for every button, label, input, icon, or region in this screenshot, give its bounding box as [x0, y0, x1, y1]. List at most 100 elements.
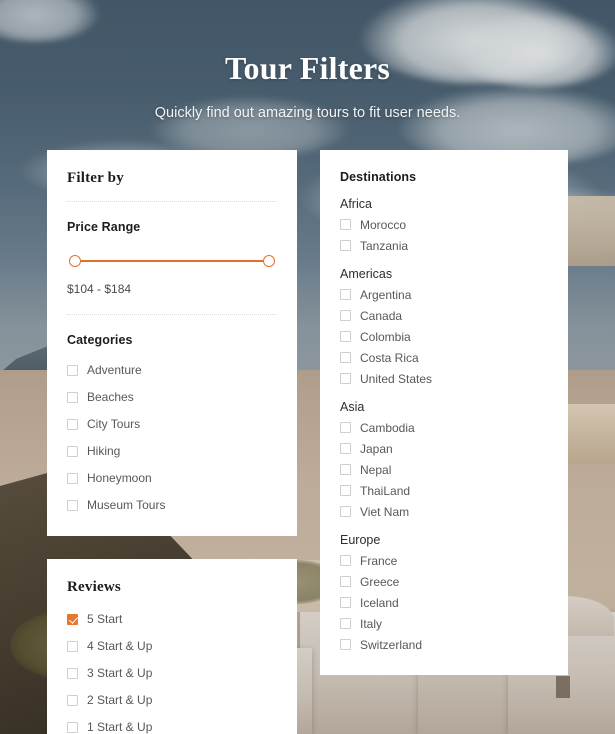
checkbox-row[interactable]: ThaiLand [340, 481, 548, 501]
checkbox-icon[interactable] [340, 352, 351, 364]
checkbox-row[interactable]: 3 Start & Up [67, 663, 277, 684]
checkbox-row[interactable]: France [340, 551, 548, 571]
checkbox-row[interactable]: Cambodia [340, 418, 548, 438]
checkbox-icon[interactable] [340, 443, 351, 455]
checkbox-row[interactable]: Canada [340, 306, 548, 326]
page-title: Tour Filters [224, 50, 391, 86]
checkbox-label: Argentina [360, 287, 412, 302]
checkbox-label: Museum Tours [87, 498, 166, 513]
checkbox-row[interactable]: 2 Start & Up [67, 690, 277, 711]
destination-group: Africa Morocco Tanzania [340, 197, 548, 256]
price-range-slider[interactable] [69, 252, 275, 270]
categories-list: Adventure Beaches City Tours Hiking Honeymoo… [67, 360, 277, 516]
destination-group-label: Asia [340, 399, 365, 414]
checkbox-icon[interactable] [340, 464, 351, 476]
checkbox-row[interactable]: Iceland [340, 593, 548, 613]
checkbox-row[interactable]: Tanzania [340, 236, 548, 256]
checkbox-icon[interactable] [67, 721, 78, 733]
checkbox-icon[interactable] [340, 240, 351, 252]
checkbox-row[interactable]: Viet Nam [340, 502, 548, 522]
checkbox-row[interactable]: Morocco [340, 215, 548, 235]
checkbox-icon[interactable] [340, 576, 351, 588]
checkbox-label: 4 Start & Up [87, 639, 153, 654]
checkbox-row[interactable]: United States [340, 369, 548, 389]
checkbox-icon[interactable] [340, 310, 351, 322]
checkbox-icon[interactable] [340, 485, 351, 497]
checkbox-row[interactable]: Museum Tours [67, 495, 277, 516]
filter-by-panel: Filter by Price Range $104 - $184 Catego… [47, 149, 297, 536]
checkbox-row[interactable]: Italy [340, 614, 548, 634]
checkbox-row[interactable]: City Tours [67, 414, 277, 435]
checkbox-row[interactable]: Greece [340, 572, 548, 592]
slider-track[interactable] [74, 259, 270, 262]
checkbox-row[interactable]: Japan [340, 439, 548, 459]
checkbox-label: Morocco [360, 217, 407, 232]
destination-group: Americas Argentina Canada Colombia Costa Ric… [340, 267, 548, 389]
destinations-panel: Destinations Africa Morocco Tanzania Americ… [320, 149, 568, 675]
checkbox-icon[interactable] [340, 219, 351, 231]
right-column: Destinations Africa Morocco Tanzania Americ… [320, 149, 568, 675]
checkbox-icon[interactable] [67, 418, 78, 430]
checkbox-icon[interactable] [67, 364, 78, 376]
checkbox-row[interactable]: 4 Start & Up [67, 636, 277, 657]
checkbox-label: 2 Start & Up [87, 693, 153, 708]
checkbox-label: 1 Start & Up [87, 720, 153, 734]
checkbox-row[interactable]: Colombia [340, 327, 548, 347]
slider-handle-min[interactable] [69, 254, 81, 267]
checkbox-icon[interactable] [340, 618, 351, 630]
checkbox-label: Switzerland [360, 637, 423, 652]
categories-label: Categories [67, 332, 133, 347]
checkbox-label: Colombia [360, 329, 411, 344]
reviews-title: Reviews [67, 578, 121, 595]
checkbox-icon[interactable] [340, 373, 351, 385]
destination-group-label: Europe [340, 532, 381, 547]
checkbox-label: Adventure [87, 363, 142, 378]
destinations-list: Africa Morocco Tanzania Americas Argentina Ca… [340, 197, 548, 655]
checkbox-label: Canada [360, 308, 403, 323]
checkbox-row[interactable]: Costa Rica [340, 348, 548, 368]
divider [67, 313, 277, 315]
checkbox-checked-icon[interactable] [67, 613, 78, 625]
checkbox-row[interactable]: Switzerland [340, 635, 548, 655]
checkbox-icon[interactable] [340, 422, 351, 434]
checkbox-row[interactable]: 5 Start [67, 609, 277, 630]
checkbox-icon[interactable] [67, 445, 78, 457]
checkbox-row[interactable]: Beaches [67, 387, 277, 408]
destination-group: Asia Cambodia Japan Nepal ThaiLand Viet Nam [340, 400, 548, 522]
checkbox-icon[interactable] [340, 289, 351, 301]
checkbox-icon[interactable] [340, 597, 351, 609]
checkbox-label: Iceland [360, 595, 399, 610]
checkbox-icon[interactable] [340, 506, 351, 518]
filters-layout: Filter by Price Range $104 - $184 Catego… [0, 149, 615, 734]
checkbox-icon[interactable] [67, 391, 78, 403]
checkbox-icon[interactable] [67, 667, 78, 679]
checkbox-label: Japan [360, 441, 393, 456]
checkbox-row[interactable]: Argentina [340, 285, 548, 305]
checkbox-row[interactable]: Adventure [67, 360, 277, 381]
checkbox-icon[interactable] [340, 639, 351, 651]
checkbox-label: France [360, 553, 398, 568]
filter-by-title: Filter by [67, 169, 124, 186]
checkbox-label: Tanzania [360, 238, 409, 253]
checkbox-icon[interactable] [67, 499, 78, 511]
destination-group-label: Africa [340, 196, 372, 211]
reviews-list: 5 Start 4 Start & Up 3 Start & Up 2 Start &… [67, 609, 277, 734]
checkbox-icon[interactable] [67, 472, 78, 484]
checkbox-row[interactable]: Honeymoon [67, 468, 277, 489]
checkbox-label: Cambodia [360, 420, 415, 435]
slider-handle-max[interactable] [263, 254, 275, 267]
destination-group-label: Americas [340, 266, 393, 281]
checkbox-icon[interactable] [67, 694, 78, 706]
checkbox-label: Costa Rica [360, 350, 419, 365]
divider [67, 200, 277, 202]
checkbox-label: Hiking [87, 444, 121, 459]
checkbox-row[interactable]: Hiking [67, 441, 277, 462]
price-range-value: $104 - $184 [67, 281, 132, 296]
checkbox-row[interactable]: Nepal [340, 460, 548, 480]
checkbox-icon[interactable] [67, 640, 78, 652]
price-range-label: Price Range [67, 219, 141, 234]
checkbox-row[interactable]: 1 Start & Up [67, 717, 277, 734]
left-column: Filter by Price Range $104 - $184 Catego… [47, 149, 297, 734]
checkbox-icon[interactable] [340, 331, 351, 343]
checkbox-icon[interactable] [340, 555, 351, 567]
